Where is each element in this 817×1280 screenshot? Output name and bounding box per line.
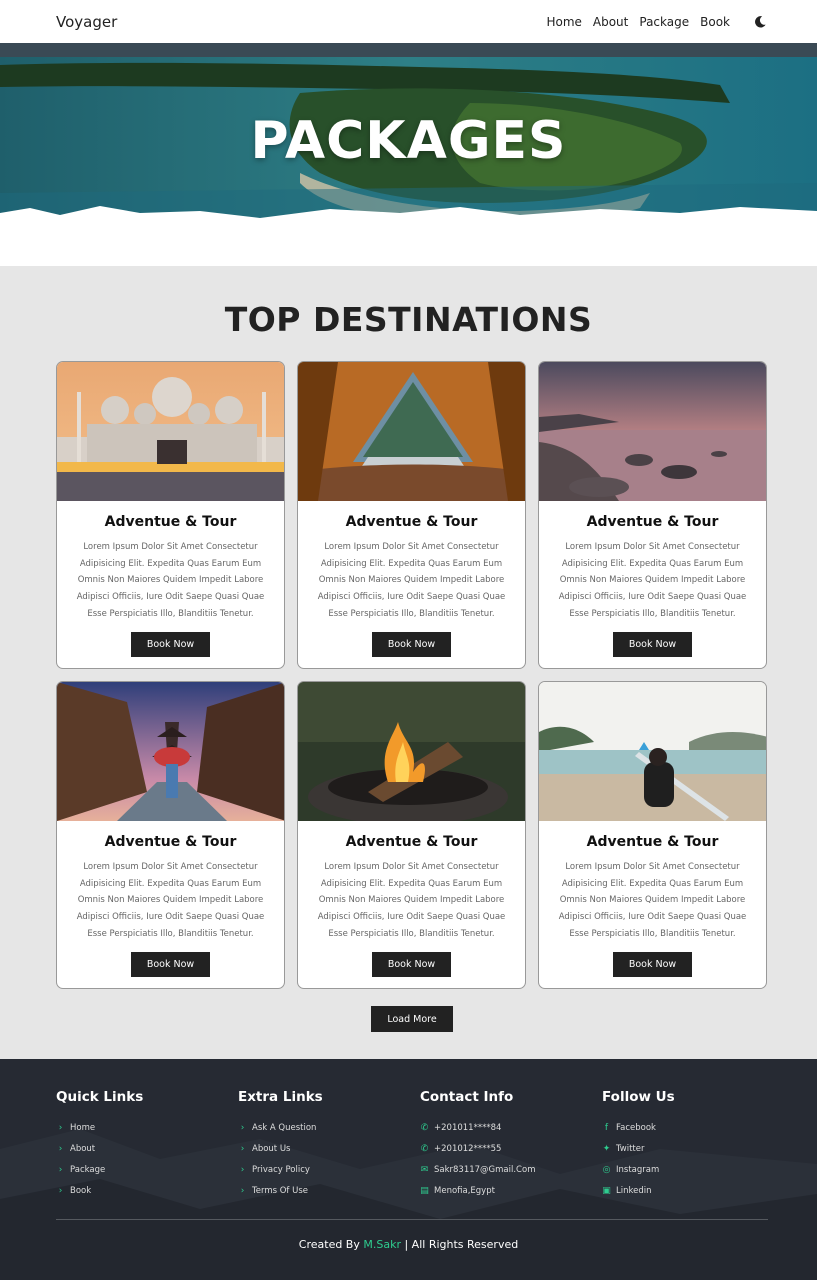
- footer-link-about-us[interactable]: › About Us: [238, 1138, 418, 1159]
- card-description: Lorem Ipsum Dolor Sit Amet Consectetur A…: [76, 542, 265, 619]
- instagram-icon: ◎: [602, 1164, 611, 1175]
- follow-us-column: Follow Us f Facebook ✦ Twitter ◎ Instagram …: [602, 1089, 782, 1201]
- extra-links-heading: Extra Links: [238, 1089, 323, 1105]
- section-title: TOP DESTINATIONS: [224, 300, 593, 339]
- twitter-icon: ✦: [602, 1143, 611, 1154]
- social-link-instagram[interactable]: ◎ Instagram: [602, 1159, 782, 1180]
- destination-card: Adventue & Tour Lorem Ipsum Dolor Sit Am…: [297, 681, 526, 989]
- moon-icon[interactable]: [753, 15, 767, 29]
- chevron-right-icon: ›: [240, 1164, 245, 1175]
- card-description: Lorem Ipsum Dolor Sit Amet Consectetur A…: [558, 542, 747, 619]
- destination-card: Adventue & Tour Lorem Ipsum Dolor Sit Am…: [538, 681, 767, 989]
- envelope-icon: ✉: [420, 1164, 429, 1175]
- brand-logo[interactable]: Voyager: [56, 13, 117, 31]
- footer-link-package[interactable]: › Package: [56, 1159, 236, 1180]
- card-title: Adventue & Tour: [104, 514, 237, 530]
- nav-link-home[interactable]: Home: [546, 15, 581, 29]
- book-now-button[interactable]: Book Now: [372, 952, 451, 977]
- book-now-button[interactable]: Book Now: [131, 952, 210, 977]
- destination-card: Adventue & Tour Lorem Ipsum Dolor Sit Am…: [56, 361, 285, 669]
- footer-credit: Created By M.Sakr | All Rights Reserved: [298, 1238, 519, 1251]
- contact-email[interactable]: ✉ Sakr83117@Gmail.Com: [420, 1159, 600, 1180]
- follow-us-heading: Follow Us: [602, 1089, 675, 1105]
- contact-info-heading: Contact Info: [420, 1089, 514, 1105]
- footer: Quick Links › Home › About › Package › Book …: [0, 1059, 817, 1280]
- destinations-section: TOP DESTINATIONS Adventue & Tour Lorem I…: [0, 266, 817, 1059]
- nav-link-about[interactable]: About: [593, 15, 628, 29]
- campfire-image: [298, 682, 525, 821]
- map-icon: ▤: [420, 1185, 429, 1196]
- book-now-button[interactable]: Book Now: [613, 632, 692, 657]
- nav-links: Home About Package Book: [546, 15, 767, 29]
- chevron-right-icon: ›: [240, 1122, 245, 1133]
- destination-card: Adventue & Tour Lorem Ipsum Dolor Sit Am…: [538, 361, 767, 669]
- chevron-right-icon: ›: [240, 1143, 245, 1154]
- contact-phone-2[interactable]: ✆ +201012****55: [420, 1138, 600, 1159]
- chevron-right-icon: ›: [58, 1143, 63, 1154]
- chevron-right-icon: ›: [240, 1185, 245, 1196]
- chevron-right-icon: ›: [58, 1164, 63, 1175]
- hero-title: PACKAGES: [250, 111, 567, 171]
- card-title: Adventue & Tour: [345, 514, 478, 530]
- rocky-beach-image: [539, 362, 766, 501]
- phone-icon: ✆: [420, 1122, 429, 1133]
- card-description: Lorem Ipsum Dolor Sit Amet Consectetur A…: [558, 862, 747, 939]
- footer-link-home[interactable]: › Home: [56, 1117, 236, 1138]
- card-title: Adventue & Tour: [345, 834, 478, 850]
- phone-icon: ✆: [420, 1143, 429, 1154]
- book-now-button[interactable]: Book Now: [372, 632, 451, 657]
- social-link-twitter[interactable]: ✦ Twitter: [602, 1138, 782, 1159]
- card-description: Lorem Ipsum Dolor Sit Amet Consectetur A…: [317, 542, 506, 619]
- card-title: Adventue & Tour: [586, 834, 719, 850]
- quick-links-column: Quick Links › Home › About › Package › Book: [56, 1089, 236, 1201]
- card-title: Adventue & Tour: [586, 514, 719, 530]
- book-now-button[interactable]: Book Now: [613, 952, 692, 977]
- footer-link-book[interactable]: › Book: [56, 1180, 236, 1201]
- kyoto-street-image: [57, 682, 284, 821]
- author-link[interactable]: M.Sakr: [363, 1238, 401, 1251]
- footer-divider: [56, 1219, 768, 1220]
- nav-link-package[interactable]: Package: [639, 15, 689, 29]
- contact-phone-1[interactable]: ✆ +201011****84: [420, 1117, 600, 1138]
- social-link-linkedin[interactable]: ▣ Linkedin: [602, 1180, 782, 1201]
- card-title: Adventue & Tour: [104, 834, 237, 850]
- quick-links-heading: Quick Links: [56, 1089, 144, 1105]
- footer-link-privacy-policy[interactable]: › Privacy Policy: [238, 1159, 418, 1180]
- destination-card: Adventue & Tour Lorem Ipsum Dolor Sit Am…: [297, 361, 526, 669]
- footer-link-ask-question[interactable]: › Ask A Question: [238, 1117, 418, 1138]
- contact-info-column: Contact Info ✆ +201011****84 ✆ +201012****…: [420, 1089, 600, 1201]
- load-more-button[interactable]: Load More: [371, 1006, 453, 1032]
- contact-location[interactable]: ▤ Menofia,Egypt: [420, 1180, 600, 1201]
- footer-link-about[interactable]: › About: [56, 1138, 236, 1159]
- hero-banner: PACKAGES: [0, 43, 817, 266]
- linkedin-icon: ▣: [602, 1185, 611, 1196]
- facebook-icon: f: [604, 1122, 609, 1133]
- card-description: Lorem Ipsum Dolor Sit Amet Consectetur A…: [76, 862, 265, 939]
- surfer-image: [539, 682, 766, 821]
- chevron-right-icon: ›: [58, 1185, 63, 1196]
- card-description: Lorem Ipsum Dolor Sit Amet Consectetur A…: [317, 862, 506, 939]
- social-link-facebook[interactable]: f Facebook: [602, 1117, 782, 1138]
- extra-links-column: Extra Links › Ask A Question › About Us › P…: [238, 1089, 418, 1201]
- footer-link-terms-of-use[interactable]: › Terms Of Use: [238, 1180, 418, 1201]
- tent-image: [298, 362, 525, 501]
- book-now-button[interactable]: Book Now: [131, 632, 210, 657]
- destination-card: Adventue & Tour Lorem Ipsum Dolor Sit Am…: [56, 681, 285, 989]
- nav-link-book[interactable]: Book: [700, 15, 730, 29]
- navbar: Voyager Home About Package Book: [0, 0, 817, 43]
- chevron-right-icon: ›: [58, 1122, 63, 1133]
- mosque-image: [57, 362, 284, 501]
